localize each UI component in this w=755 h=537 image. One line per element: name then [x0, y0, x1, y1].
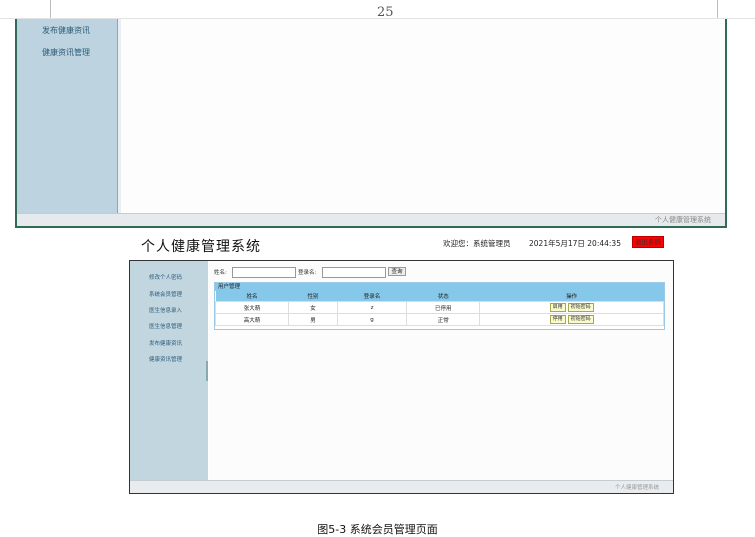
sidebar-item-publish-news[interactable]: 发布健康资讯	[149, 339, 182, 347]
cell-status: 正常	[406, 313, 481, 326]
login-label: 登录名:	[298, 270, 317, 276]
col-status: 状态	[406, 291, 480, 302]
sidebar-item-change-password[interactable]: 修改个人密码	[149, 273, 182, 281]
app-title: 个人健康管理系统	[141, 239, 261, 255]
top-footer: 个人健康管理系统	[17, 213, 725, 226]
sidebar-item-doctor-entry[interactable]: 医生信息录入	[149, 306, 182, 314]
page-corner-mark-left	[0, 0, 51, 19]
user-table: 姓名 性别 登录名 状态 操作 张大萌 女 z 已停用 启用 初始密码 高大萌 …	[214, 291, 664, 326]
cell-login: g	[336, 313, 408, 326]
name-input[interactable]	[232, 267, 296, 278]
cell-name: 高大萌	[214, 313, 290, 326]
top-splitter[interactable]	[117, 19, 121, 214]
reset-password-button[interactable]: 初始密码	[567, 315, 594, 324]
sidebar: 修改个人密码 系统会员管理 医生信息录入 医生信息管理 发布健康资讯 健康资讯管…	[130, 261, 208, 483]
disable-button[interactable]: 停用	[549, 315, 566, 324]
col-name: 姓名	[215, 291, 289, 302]
table-row: 高大萌 男 g 正常 停用 初始密码	[214, 313, 664, 326]
top-sidebar-item-manage[interactable]: 健康资讯管理	[42, 47, 90, 58]
top-sidebar-item-publish[interactable]: 发布健康资讯	[42, 25, 90, 36]
cell-login: z	[336, 301, 408, 314]
datetime-text: 2021年5月17日 20:44:35	[529, 239, 621, 248]
query-button[interactable]: 查询	[388, 267, 406, 276]
page-corner-mark-right	[717, 0, 755, 19]
cell-actions: 停用 初始密码	[479, 313, 664, 326]
cell-name: 张大萌	[214, 301, 290, 314]
sidebar-item-news-management[interactable]: 健康资讯管理	[149, 355, 182, 363]
panel-title: 用户管理	[215, 283, 664, 291]
table-row: 张大萌 女 z 已停用 启用 初始密码	[214, 301, 664, 314]
login-input[interactable]	[322, 267, 386, 278]
welcome-text: 欢迎您：系统管理员	[443, 239, 511, 248]
app-footer-text: 个人健康管理系统	[614, 485, 659, 491]
member-management-screenshot: 修改个人密码 系统会员管理 医生信息录入 医生信息管理 发布健康资讯 健康资讯管…	[129, 260, 674, 494]
top-sidebar: 发布健康资讯 健康资讯管理	[17, 19, 117, 214]
col-gender: 性别	[288, 291, 338, 302]
name-label: 姓名:	[214, 270, 227, 276]
cell-status: 已停用	[406, 301, 481, 314]
user-management-panel: 用户管理 姓名 性别 登录名 状态 操作 张大萌 女 z 已停用 启用 初始密码…	[214, 282, 665, 330]
reset-password-button[interactable]: 初始密码	[567, 303, 594, 312]
top-screenshot: 发布健康资讯 健康资讯管理 个人健康管理系统	[15, 19, 727, 228]
main-content: 姓名: 登录名: 查询 用户管理 姓名 性别 登录名 状态 操作 张大萌 女 z…	[209, 261, 673, 483]
page-number: 25	[377, 5, 394, 20]
cell-gender: 男	[288, 313, 338, 326]
cell-actions: 启用 初始密码	[479, 301, 664, 314]
enable-button[interactable]: 启用	[549, 303, 566, 312]
figure-caption: 图5-3 系统会员管理页面	[317, 523, 438, 536]
top-footer-text: 个人健康管理系统	[655, 216, 711, 224]
sidebar-splitter[interactable]	[206, 361, 208, 381]
sidebar-item-doctor-management[interactable]: 医生信息管理	[149, 322, 182, 330]
sidebar-item-member-management[interactable]: 系统会员管理	[149, 290, 182, 298]
col-action: 操作	[479, 291, 664, 302]
cell-gender: 女	[288, 301, 338, 314]
col-login: 登录名	[337, 291, 407, 302]
app-footer: 个人健康管理系统	[130, 480, 673, 493]
exit-button[interactable]: 退出系统	[632, 236, 664, 248]
